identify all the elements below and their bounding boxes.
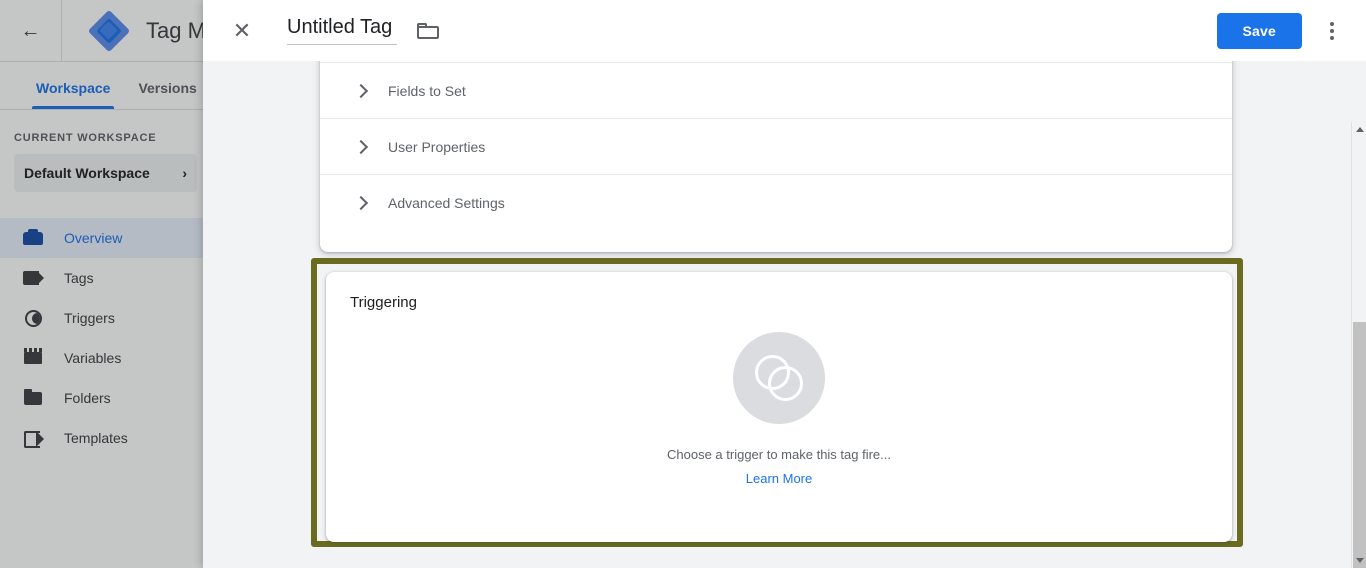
triggering-empty-state: Choose a trigger to make this tag fire..… [326, 332, 1232, 486]
scrollbar-thumb[interactable] [1353, 322, 1366, 568]
modal-header: ✕ Untitled Tag Save [203, 0, 1366, 61]
triggering-hint: Choose a trigger to make this tag fire..… [667, 447, 891, 462]
screen-root: ← Tag Manager Workspace Versions Admin C… [0, 0, 1366, 568]
modal-body: Fields to Set User Properties Advanced S… [203, 61, 1366, 568]
scroll-up-arrow-icon[interactable] [1352, 122, 1366, 137]
more-vert-icon[interactable] [1320, 16, 1344, 46]
chevron-right-icon [353, 139, 369, 154]
scroll-down-arrow-icon[interactable] [1352, 553, 1366, 568]
accordion-label: Fields to Set [388, 82, 466, 99]
tag-edit-modal: ✕ Untitled Tag Save Fields to Set User P… [203, 0, 1366, 568]
folder-icon[interactable] [417, 22, 439, 39]
accordion-label: User Properties [388, 138, 486, 155]
triggering-card[interactable]: Triggering Choose a trigger to make this… [326, 272, 1232, 542]
trigger-placeholder-icon [733, 332, 825, 424]
accordion-fields-to-set[interactable]: Fields to Set [320, 62, 1232, 118]
accordion-advanced-settings[interactable]: Advanced Settings [320, 174, 1232, 230]
triggering-title: Triggering [350, 294, 417, 311]
tag-name-input[interactable]: Untitled Tag [287, 16, 397, 45]
tag-title-area: Untitled Tag [287, 16, 439, 45]
close-icon[interactable]: ✕ [227, 16, 257, 46]
triggering-highlight-box: Triggering Choose a trigger to make this… [311, 258, 1243, 547]
page-scrollbar[interactable] [1351, 122, 1366, 568]
tag-configuration-card: Fields to Set User Properties Advanced S… [320, 61, 1232, 252]
modal-header-actions: Save [1216, 12, 1366, 49]
chevron-right-icon [353, 195, 369, 210]
chevron-right-icon [353, 83, 369, 98]
save-button[interactable]: Save [1216, 12, 1302, 49]
learn-more-link[interactable]: Learn More [746, 471, 812, 486]
accordion-label: Advanced Settings [388, 194, 505, 211]
accordion-user-properties[interactable]: User Properties [320, 118, 1232, 174]
